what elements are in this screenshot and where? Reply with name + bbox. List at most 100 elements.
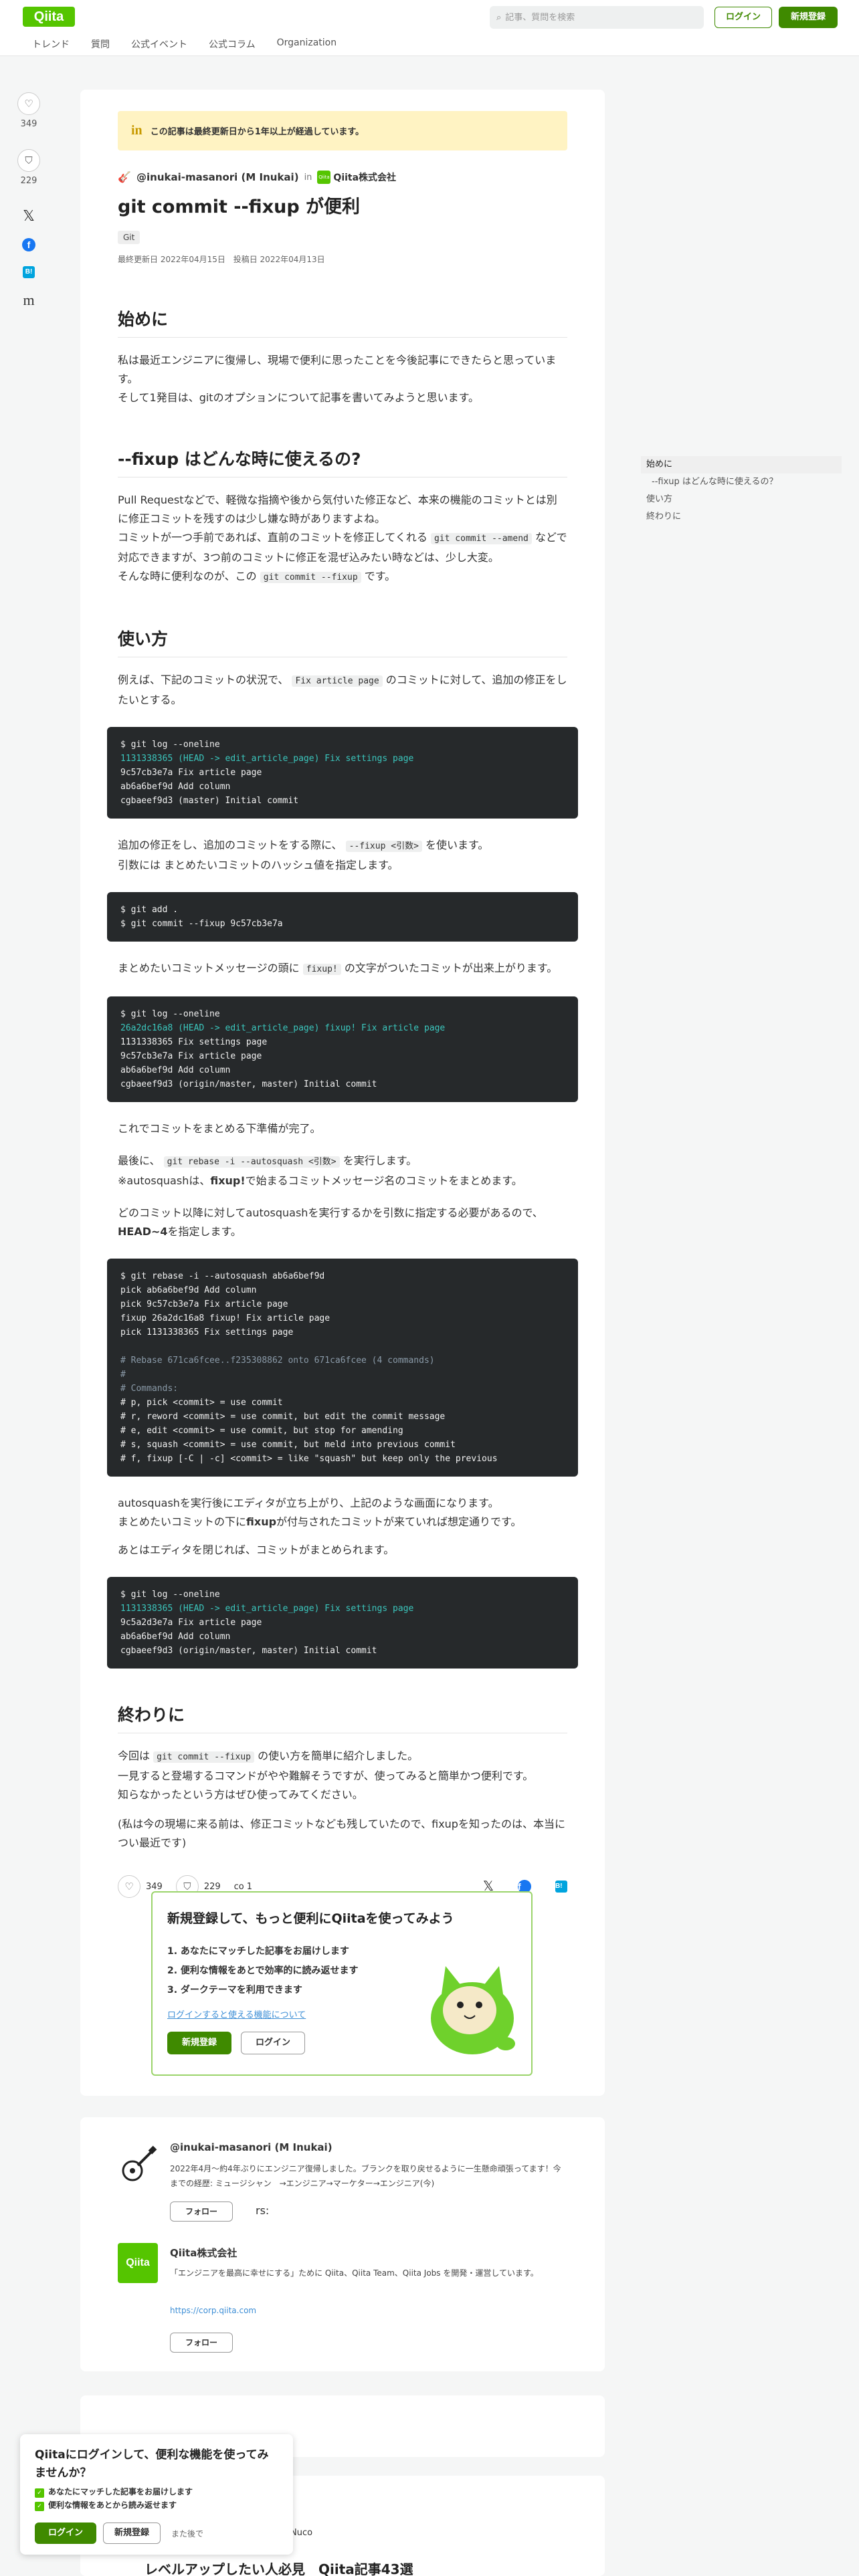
org-website-link[interactable]: https://corp.qiita.com bbox=[170, 2306, 256, 2315]
heading-intro: 始めに bbox=[118, 306, 567, 338]
stock-icon[interactable]: ⛉ bbox=[17, 149, 40, 172]
org-logo-icon[interactable]: Qiita bbox=[317, 171, 331, 184]
share-x[interactable]: 𝕏 bbox=[17, 206, 40, 226]
text: コミットが一つ手前であれば、直前のコミットを修正してくれる bbox=[118, 531, 427, 544]
share-hatena[interactable]: B! bbox=[17, 266, 40, 278]
check-icon: ✓ bbox=[35, 2488, 44, 2498]
org-name[interactable]: Qiita株式会社 bbox=[333, 171, 396, 184]
toc-item-howto[interactable]: 使い方 bbox=[641, 491, 842, 508]
text: 例えば、下記のコミットの状況で、 bbox=[118, 673, 289, 686]
author-rs-text: rs: bbox=[256, 2204, 270, 2217]
promo-title: 新規登録して、もっと便利にQiitaを使ってみよう bbox=[167, 1911, 454, 1926]
nav-questions[interactable]: 質問 bbox=[91, 37, 110, 51]
code-line: # f, fixup [-C | -c] <commit> = like "sq… bbox=[120, 1454, 498, 1464]
popup-signup-button[interactable]: 新規登録 bbox=[103, 2523, 161, 2544]
related-article-title[interactable]: レベルアップしたい人必見 Qiita記事43選 bbox=[145, 2559, 413, 2576]
nav-organization[interactable]: Organization bbox=[277, 37, 337, 51]
like-count: 349 bbox=[146, 1881, 163, 1892]
promo-signup-button[interactable]: 新規登録 bbox=[167, 2032, 231, 2054]
paragraph: 今回は git commit --fixup の使い方を簡単に紹介しました。 bbox=[118, 1747, 567, 1767]
follow-author-button[interactable]: フォロー bbox=[170, 2202, 233, 2222]
facebook-icon[interactable]: f bbox=[22, 238, 35, 251]
code-line: $ git add . bbox=[120, 905, 179, 915]
code-line: $ git log --oneline bbox=[120, 1590, 220, 1600]
section-end: 終わりに 今回は git commit --fixup の使い方を簡単に紹介しま… bbox=[118, 1702, 567, 1852]
code-block[interactable]: $ git log --oneline 1131338365 (HEAD -> … bbox=[107, 1577, 578, 1669]
comment-action[interactable]: co 1 bbox=[234, 1882, 252, 1892]
code-line: 9c5a2d3e7a Fix article page bbox=[120, 1618, 262, 1628]
nav-columns[interactable]: 公式コラム bbox=[209, 37, 256, 51]
code-line: # p, pick <commit> = use commit bbox=[120, 1398, 283, 1408]
code-line: # Rebase 671ca6fcee..f235308862 onto 671… bbox=[120, 1356, 435, 1366]
tag-git[interactable]: Git bbox=[118, 231, 140, 244]
org-name[interactable]: Qiita株式会社 bbox=[170, 2246, 237, 2260]
author-name[interactable]: @inukai-masanori (M Inukai) bbox=[136, 171, 299, 183]
notice-text: この記事は最終更新日から1年以上が経過しています。 bbox=[150, 127, 365, 137]
features-link[interactable]: ログインすると使える機能について bbox=[167, 2008, 306, 2020]
toc-item-intro[interactable]: 始めに bbox=[641, 456, 842, 473]
in-text: in bbox=[304, 172, 312, 183]
code-line: 26a2dc16a8 (HEAD -> edit_article_page) f… bbox=[120, 1023, 446, 1033]
text: の使い方を簡単に紹介しました。 bbox=[258, 1749, 419, 1762]
heading-when: --fixup はどんな時に使えるの? bbox=[118, 446, 567, 477]
like-action[interactable]: ♡ 349 bbox=[17, 92, 40, 129]
nav-trend[interactable]: トレンド bbox=[32, 37, 70, 51]
code-line: $ git rebase -i --autosquash ab6a6bef9d bbox=[120, 1271, 325, 1281]
popup-list: ✓ あなたにマッチした記事をお届けします ✓ 便利な情報をあとから読み返せます bbox=[35, 2485, 193, 2512]
paragraph: 追加の修正をし、追加のコミットをする際に、 --fixup <引数> を使います… bbox=[118, 836, 567, 856]
toc-item-when[interactable]: --fixup はどんな時に使えるの？ bbox=[641, 473, 842, 491]
code-line: # e, edit <commit> = use commit, but sto… bbox=[120, 1426, 403, 1436]
paragraph: 引数には まとめたいコミットのハッシュ値を指定します。 bbox=[118, 859, 399, 871]
popup-later-link[interactable]: また後で bbox=[171, 2528, 203, 2539]
hatena-icon[interactable]: B! bbox=[555, 1881, 567, 1893]
code-line: # r, reword <commit> = use commit, but e… bbox=[120, 1412, 446, 1422]
code-block[interactable]: $ git log --oneline 26a2dc16a8 (HEAD -> … bbox=[107, 996, 578, 1102]
promo-login-button[interactable]: ログイン bbox=[241, 2032, 305, 2054]
follow-org-button[interactable]: フォロー bbox=[170, 2333, 233, 2353]
hatena-icon[interactable]: B! bbox=[23, 266, 35, 278]
text: まとめたいコミットメッセージの頭に bbox=[118, 962, 300, 974]
stock-action[interactable]: ⛉ 229 bbox=[17, 149, 40, 186]
heart-icon[interactable]: ♡ bbox=[118, 1875, 140, 1898]
x-icon[interactable]: 𝕏 bbox=[17, 206, 40, 226]
code-block[interactable]: $ git rebase -i --autosquash ab6a6bef9d … bbox=[107, 1259, 578, 1477]
share-misskey[interactable]: m bbox=[17, 292, 40, 309]
heart-icon[interactable]: ♡ bbox=[17, 92, 40, 115]
code-line: ab6a6bef9d Add column bbox=[120, 1065, 231, 1075]
heading-howto: 使い方 bbox=[118, 626, 567, 657]
posted-date: 投稿日 2022年04月13日 bbox=[233, 255, 325, 264]
popup-item-text: 便利な情報をあとから読み返せます bbox=[48, 2500, 177, 2510]
code-block[interactable]: $ git log --oneline 1131338365 (HEAD -> … bbox=[107, 727, 578, 819]
guitar-avatar-icon[interactable] bbox=[118, 2144, 158, 2184]
toc-item-end[interactable]: 終わりに bbox=[641, 508, 842, 526]
inline-code: git commit --fixup bbox=[153, 1751, 254, 1763]
popup-login-button[interactable]: ログイン bbox=[35, 2523, 96, 2544]
login-button[interactable]: ログイン bbox=[714, 7, 772, 28]
text: そんな時に便利なのが、この bbox=[118, 570, 257, 582]
paragraph: まとめたいコミットの下にfixupが付与されたコミットが来ていれば想定通りです。 bbox=[118, 1513, 567, 1531]
author-card: @inukai-masanori (M Inukai) 2022年4月～約4年ぶ… bbox=[80, 2117, 605, 2371]
paragraph: これでコミットをまとめる下準備が完了。 bbox=[118, 1122, 321, 1135]
search-box[interactable]: ⌕ bbox=[490, 6, 704, 29]
guitar-avatar-icon[interactable]: 🎸 bbox=[118, 171, 131, 184]
signup-promo: 新規登録して、もっと便利にQiitaを使ってみよう 1. あなたにマッチした記事… bbox=[151, 1891, 533, 2076]
code-line: cgbaeef9d3 (origin/master, master) Initi… bbox=[120, 1646, 377, 1656]
inline-code: git rebase -i --autosquash <引数> bbox=[163, 1156, 340, 1168]
comment-icon[interactable]: co bbox=[234, 1882, 244, 1892]
signup-button[interactable]: 新規登録 bbox=[779, 7, 838, 28]
misskey-icon[interactable]: m bbox=[17, 292, 40, 309]
nav-events[interactable]: 公式イベント bbox=[131, 37, 187, 51]
outdated-notice: in この記事は最終更新日から1年以上が経過しています。 bbox=[118, 111, 567, 150]
promo-item: 3. ダークテーマを利用できます bbox=[167, 1985, 302, 1996]
search-input[interactable] bbox=[505, 12, 686, 23]
text: どのコミット以降に対してautosquashを実行するかを引数に指定する必要があ… bbox=[118, 1206, 543, 1219]
related-author-name[interactable]: Nuco bbox=[290, 2528, 312, 2538]
qiita-logo[interactable]: Qiita bbox=[23, 7, 75, 27]
code-block[interactable]: $ git add . $ git commit --fixup 9c57cb3… bbox=[107, 892, 578, 942]
org-logo[interactable]: Qiita bbox=[118, 2243, 158, 2283]
author-name[interactable]: @inukai-masanori (M Inukai) bbox=[170, 2141, 332, 2153]
share-facebook[interactable]: f bbox=[17, 238, 40, 251]
section-when: --fixup はどんな時に使えるの? Pull Requestなどで、軽微な指… bbox=[118, 446, 567, 587]
code-line: # s, squash <commit> = use commit, but m… bbox=[120, 1440, 456, 1450]
author-bio: 2022年4月～約4年ぶりにエンジニア復帰しました。ブランクを取り戻せるように一… bbox=[170, 2164, 561, 2188]
